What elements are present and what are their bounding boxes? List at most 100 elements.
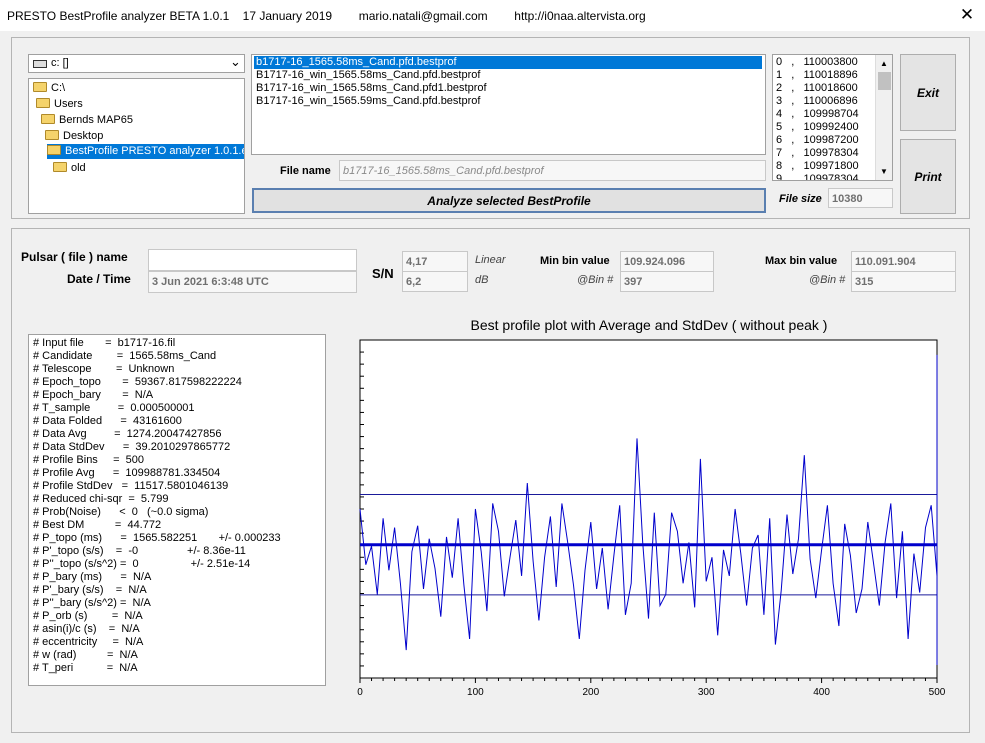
sn-linear-label: Linear xyxy=(475,254,506,266)
info-line: # asin(i)/c (s) = N/A xyxy=(33,623,140,635)
info-line: # P_topo (ms) = 1565.582251 +/- 0.000233 xyxy=(33,532,281,544)
x-tick-label: 500 xyxy=(929,687,946,698)
info-line: # Profile Bins = 500 xyxy=(33,454,144,466)
file-name-label: File name xyxy=(280,165,331,177)
info-line: # P_orb (s) = N/A xyxy=(33,610,143,622)
max-bin-field[interactable]: 110.091.904 xyxy=(851,251,956,272)
info-line: # Epoch_topo = 59367.817598222224 xyxy=(33,376,242,388)
folder-item-selected[interactable]: BestProfile PRESTO analyzer 1.0.1.e xyxy=(47,144,244,159)
list-item: 4 , 109998704 xyxy=(776,108,859,120)
file-size-label: File size xyxy=(779,193,822,205)
folder-item[interactable]: Users xyxy=(36,97,83,112)
info-line: # T_peri = N/A xyxy=(33,662,138,674)
title-bar: PRESTO BestProfile analyzer BETA 1.0.1 1… xyxy=(0,0,985,31)
list-item: 5 , 109992400 xyxy=(776,121,859,133)
info-line: # Data Avg = 1274.20047427856 xyxy=(33,428,222,440)
file-item-selected[interactable]: b1717-16_1565.58ms_Cand.pfd.bestprof xyxy=(254,56,762,69)
folder-item[interactable]: Desktop xyxy=(45,129,103,144)
chevron-up-icon[interactable]: ▲ xyxy=(880,59,888,68)
scrollbar-thumb[interactable] xyxy=(878,72,891,90)
folder-item[interactable]: C:\ xyxy=(33,81,65,96)
x-tick-label: 0 xyxy=(357,687,363,698)
info-line: # Profile StdDev = 11517.5801046139 xyxy=(33,480,229,492)
list-item: 0 , 110003800 xyxy=(776,56,858,68)
info-line: # P'_topo (s/s) = -0 +/- 8.36e-11 xyxy=(33,545,246,557)
file-item[interactable]: B1717-16_win_1565.59ms_Cand.pfd.bestprof xyxy=(254,95,480,108)
info-line: # Input file = b1717-16.fil xyxy=(33,337,176,349)
info-line: # P_bary (ms) = N/A xyxy=(33,571,152,583)
chevron-down-icon[interactable]: ⌄ xyxy=(230,54,241,70)
exit-button[interactable]: Exit xyxy=(900,54,956,131)
chart-title: Best profile plot with Average and StdDe… xyxy=(470,317,828,333)
info-line: # Best DM = 44.772 xyxy=(33,519,162,531)
info-line: # Epoch_bary = N/A xyxy=(33,389,154,401)
file-item[interactable]: B1717-16_win_1565.58ms_Cand.pfd1.bestpro… xyxy=(254,82,487,95)
folder-icon xyxy=(33,82,47,92)
pulsar-name-field[interactable] xyxy=(148,249,357,271)
info-line: # Candidate = 1565.58ms_Cand xyxy=(33,350,217,362)
x-tick-label: 300 xyxy=(698,687,715,698)
print-button[interactable]: Print xyxy=(900,139,956,214)
folder-item[interactable]: old xyxy=(53,161,86,176)
max-bin-number-label: @Bin # xyxy=(809,274,846,286)
list-item: 7 , 109978304 xyxy=(776,147,859,159)
info-line: # P''_topo (s/s^2) = 0 +/- 2.51e-14 xyxy=(33,558,251,570)
list-item: 1 , 110018896 xyxy=(776,69,858,81)
info-line: # eccentricity = N/A xyxy=(33,636,144,648)
list-item: 8 , 109971800 xyxy=(776,160,859,172)
file-item[interactable]: B1717-16_win_1565.58ms_Cand.pfd.bestprof xyxy=(254,69,480,82)
date-time-field[interactable]: 3 Jun 2021 6:3:48 UTC xyxy=(148,271,357,293)
folder-tree[interactable]: C:\ Users Bernds MAP65 Desktop BestProfi… xyxy=(28,78,245,214)
plot-area xyxy=(359,339,938,679)
folder-icon xyxy=(41,114,55,124)
info-line: # Profile Avg = 109988781.334504 xyxy=(33,467,221,479)
folder-item[interactable]: Bernds MAP65 xyxy=(41,113,133,128)
info-line: # P'_bary (s/s) = N/A xyxy=(33,584,147,596)
drive-value: c: [] xyxy=(51,57,69,69)
info-line: # Reduced chi-sqr = 5.799 xyxy=(33,493,169,505)
info-line: # T_sample = 0.000500001 xyxy=(33,402,195,414)
sn-db-field[interactable]: 6,2 xyxy=(402,271,468,292)
info-line: # Telescope = Unknown xyxy=(33,363,175,375)
close-icon[interactable]: ✕ xyxy=(958,6,976,24)
info-line: # Data Folded = 43161600 xyxy=(33,415,182,427)
folder-icon xyxy=(36,98,50,108)
min-bin-number-label: @Bin # xyxy=(577,274,614,286)
list-item: 2 , 110018600 xyxy=(776,82,858,94)
pulsar-name-label: Pulsar ( file ) name xyxy=(21,250,128,264)
profile-info-box[interactable]: # Input file = b1717-16.fil # Candidate =… xyxy=(28,334,326,686)
info-line: # P''_bary (s/s^2) = N/A xyxy=(33,597,151,609)
window-title: PRESTO BestProfile analyzer BETA 1.0.1 1… xyxy=(7,9,646,23)
profile-values-list[interactable]: 0 , 110003800 1 , 110018896 2 , 11001860… xyxy=(772,54,893,181)
min-bin-field[interactable]: 109.924.096 xyxy=(620,251,714,272)
sn-label: S/N xyxy=(372,266,394,281)
file-list[interactable]: b1717-16_1565.58ms_Cand.pfd.bestprof B17… xyxy=(251,54,766,155)
folder-icon xyxy=(53,162,67,172)
x-tick-label: 100 xyxy=(467,687,484,698)
drive-select[interactable]: c: [] ⌄ xyxy=(28,54,245,73)
info-line: # Data StdDev = 39.2010297865772 xyxy=(33,441,231,453)
list-item: 9 , 109978304 xyxy=(776,173,859,181)
folder-icon xyxy=(47,145,61,155)
max-bin-label: Max bin value xyxy=(765,255,838,267)
list-item: 3 , 110006896 xyxy=(776,95,858,107)
profile-chart: 0 100 200 300 400 500 xyxy=(357,339,946,698)
sn-db-label: dB xyxy=(475,274,489,286)
min-bin-number-field[interactable]: 397 xyxy=(620,271,714,292)
date-time-label: Date / Time xyxy=(67,272,131,286)
drive-icon xyxy=(33,60,47,68)
analyze-button[interactable]: Analyze selected BestProfile xyxy=(252,188,766,213)
x-tick-label: 400 xyxy=(813,687,830,698)
scrollbar[interactable]: ▲ ▼ xyxy=(875,55,892,180)
folder-icon xyxy=(45,130,59,140)
min-bin-label: Min bin value xyxy=(540,255,610,267)
chevron-down-icon[interactable]: ▼ xyxy=(880,167,888,176)
list-item: 6 , 109987200 xyxy=(776,134,859,146)
sn-linear-field[interactable]: 4,17 xyxy=(402,251,468,272)
info-line: # Prob(Noise) < 0 (~0.0 sigma) xyxy=(33,506,209,518)
file-name-field[interactable]: b1717-16_1565.58ms_Cand.pfd.bestprof xyxy=(339,160,766,181)
info-line: # w (rad) = N/A xyxy=(33,649,138,661)
x-tick-label: 200 xyxy=(582,687,599,698)
max-bin-number-field[interactable]: 315 xyxy=(851,271,956,292)
file-size-field[interactable]: 10380 xyxy=(828,188,893,208)
